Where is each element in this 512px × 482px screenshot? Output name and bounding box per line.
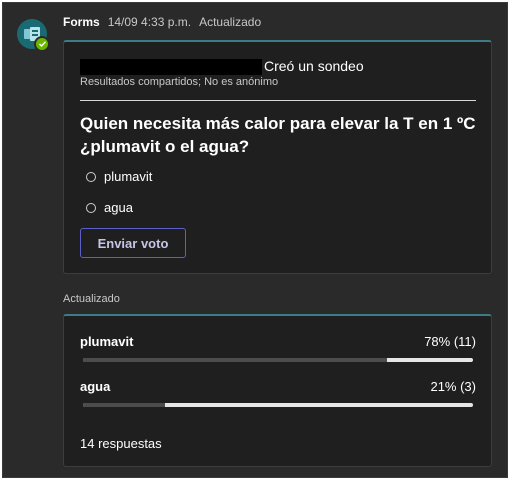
result-row-plumavit: plumavit 78% (11) [80,334,476,362]
result-percentage: 78% (11) [424,334,476,349]
option-label: agua [104,200,133,215]
result-percentage: 21% (3) [430,379,476,394]
result-option-name: agua [80,379,111,394]
chat-panel: Forms 14/09 4:33 p.m. Actualizado Creó u… [2,2,508,478]
poll-question-line-2: ¿plumavit o el agua? [80,137,250,156]
redacted-author-name [80,59,262,75]
timestamp: 14/09 4:33 p.m. [107,15,192,29]
result-progress-fill [83,358,388,362]
poll-question-line-1: Quien necesita más calor para elevar la … [80,114,476,133]
result-option-name: plumavit [80,334,134,349]
option-label: plumavit [104,169,153,184]
poll-question: Quien necesita más calor para elevar la … [80,112,480,158]
option-agua[interactable]: agua [86,200,133,215]
result-row-agua: agua 21% (3) [80,379,476,407]
poll-results-card: plumavit 78% (11) agua 21% (3) 14 respue… [63,314,492,467]
result-progress-bar [83,358,473,362]
edited-status: Actualizado [199,15,262,29]
poll-settings-text: Resultados compartidos; No es anónimo [80,76,279,88]
radio-button[interactable] [86,202,96,213]
submit-vote-button[interactable]: Enviar voto [80,228,186,258]
check-status-icon [34,36,50,52]
divider [80,100,476,101]
total-responses: 14 respuestas [80,436,162,451]
result-progress-fill [83,403,165,407]
option-plumavit[interactable]: plumavit [86,169,152,184]
app-name[interactable]: Forms [63,15,100,29]
poll-card: Creó un sondeo Resultados compartidos; N… [63,40,492,274]
result-progress-bar [83,403,473,407]
results-section-label: Actualizado [63,293,120,305]
message-header: Forms 14/09 4:33 p.m. Actualizado [63,15,261,29]
poll-created-text: Creó un sondeo [264,58,364,74]
radio-button[interactable] [86,171,96,182]
forms-app-icon[interactable] [17,19,50,52]
